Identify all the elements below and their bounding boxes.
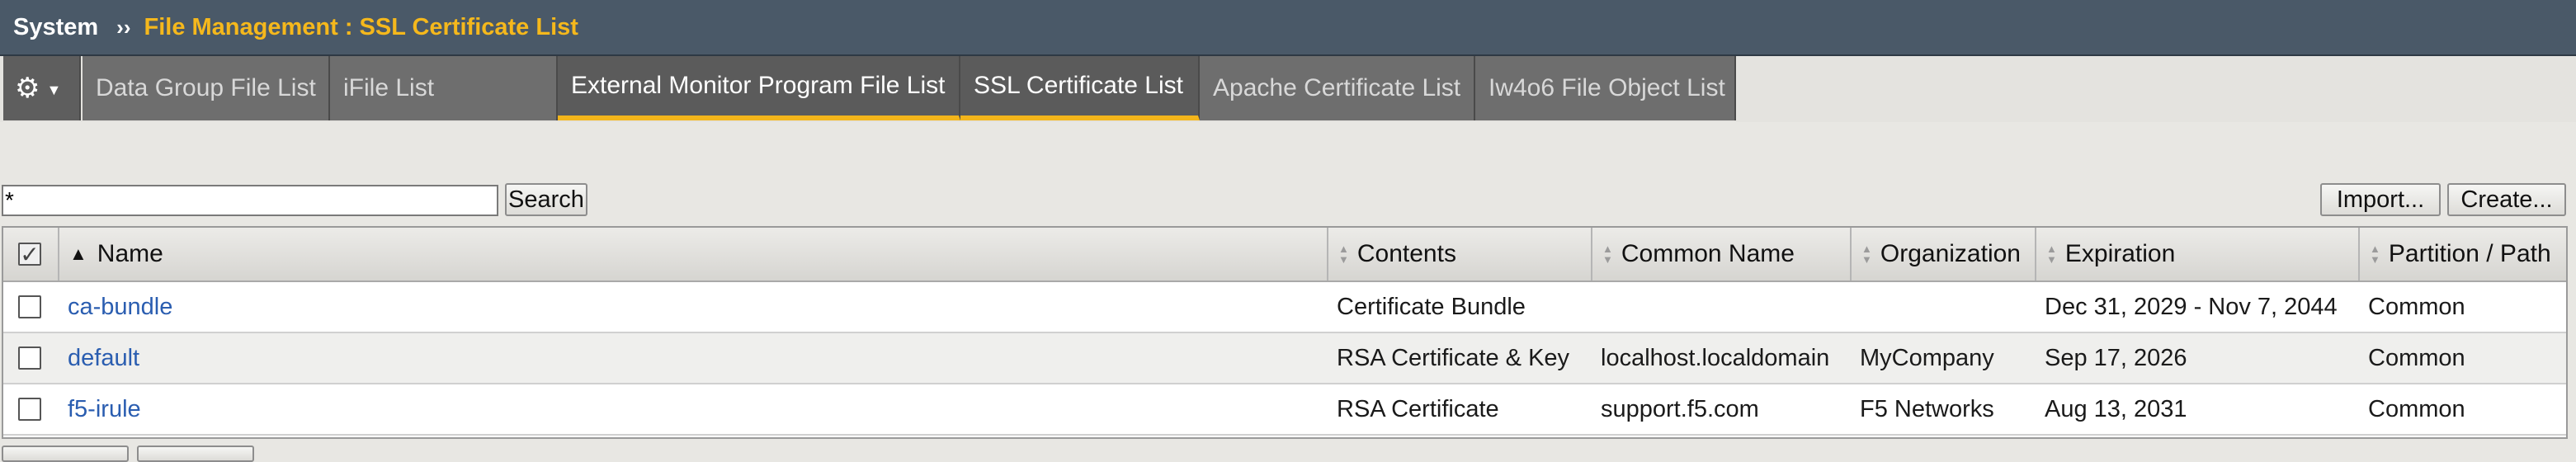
cell-expiration: Sep 17, 2026 — [2045, 344, 2187, 371]
column-header-organization[interactable]: ▲ ▼ Organization — [1850, 228, 2035, 280]
column-header-expiration[interactable]: ▲ ▼ Expiration — [2035, 228, 2358, 280]
sort-icon: ▲ ▼ — [1602, 243, 1613, 266]
cell-partition: Common — [2368, 395, 2465, 422]
cell-contents: Certificate Bundle — [1337, 293, 1526, 320]
table-row: f5-irule RSA Certificate support.f5.com … — [3, 384, 2566, 436]
tab-iw4o6-file-object-list[interactable]: Iw4o6 File Object List — [1475, 56, 1736, 120]
chevron-down-icon: ▼ — [46, 81, 62, 98]
cell-expiration: Dec 31, 2029 - Nov 7, 2044 — [2045, 293, 2338, 320]
cell-organization: MyCompany — [1860, 344, 1994, 371]
certificate-name-link[interactable]: f5-irule — [68, 384, 141, 434]
page-title: File Management : SSL Certificate List — [144, 13, 578, 40]
bottom-action-button[interactable] — [137, 446, 254, 462]
row-checkbox[interactable] — [18, 295, 41, 318]
tab-ssl-certificate-list[interactable]: SSL Certificate List — [960, 56, 1200, 120]
tab-apache-certificate-list[interactable]: Apache Certificate List — [1200, 56, 1475, 120]
cell-common-name: support.f5.com — [1601, 395, 1759, 422]
sort-icon: ▲ ▼ — [2046, 243, 2057, 266]
tab-ifile-list[interactable]: iFile List — [330, 56, 558, 120]
certificate-name-link[interactable]: default — [68, 333, 139, 383]
bottom-action-button[interactable] — [2, 446, 129, 462]
sort-icon: ▲ ▼ — [1861, 243, 1872, 266]
select-all-checkbox[interactable]: ✓ — [18, 242, 41, 267]
column-header-common-name[interactable]: ▲ ▼ Common Name — [1591, 228, 1850, 280]
sort-icon: ▲ ▼ — [1338, 243, 1349, 266]
breadcrumb-separator: ›› — [116, 14, 131, 40]
tab-bar: ⚙ ▼ Data Group File List iFile List Exte… — [0, 56, 2576, 122]
breadcrumb-root[interactable]: System — [13, 14, 98, 41]
table-row: default RSA Certificate & Key localhost.… — [3, 333, 2566, 384]
cell-expiration: Aug 13, 2031 — [2045, 395, 2187, 422]
gear-icon: ⚙ — [15, 73, 40, 104]
column-header-partition-path[interactable]: ▲ ▼ Partition / Path — [2358, 228, 2566, 280]
sort-ascending-icon: ▲ — [69, 243, 87, 264]
cell-organization: F5 Networks — [1860, 395, 1994, 422]
tab-external-monitor-program-file-list[interactable]: External Monitor Program File List — [558, 56, 960, 120]
import-button[interactable]: Import... — [2320, 183, 2441, 216]
search-button[interactable]: Search — [505, 183, 587, 216]
sort-icon: ▲ ▼ — [2370, 243, 2380, 266]
cell-common-name: localhost.localdomain — [1601, 344, 1830, 371]
table-row: ca-bundle Certificate Bundle Dec 31, 202… — [3, 282, 2566, 333]
table-header: ✓ ▲ Name ▲ ▼ Contents ▲ ▼ Common Name ▲ ▼ O… — [3, 228, 2566, 282]
options-menu-button[interactable]: ⚙ ▼ — [3, 56, 81, 120]
create-button[interactable]: Create... — [2447, 183, 2566, 216]
search-input[interactable] — [2, 185, 498, 216]
column-header-contents[interactable]: ▲ ▼ Contents — [1327, 228, 1591, 280]
cell-partition: Common — [2368, 293, 2465, 320]
certificate-table: ✓ ▲ Name ▲ ▼ Contents ▲ ▼ Common Name ▲ ▼ O… — [2, 226, 2568, 439]
certificate-name-link[interactable]: ca-bundle — [68, 282, 172, 332]
tab-data-group-file-list[interactable]: Data Group File List — [83, 56, 330, 120]
column-header-name[interactable]: ▲ Name — [58, 228, 1327, 280]
row-checkbox[interactable] — [18, 346, 41, 370]
cell-contents: RSA Certificate — [1337, 395, 1499, 422]
row-checkbox[interactable] — [18, 398, 41, 421]
cell-contents: RSA Certificate & Key — [1337, 344, 1570, 371]
breadcrumb: System ›› File Management : SSL Certific… — [0, 0, 2576, 56]
cell-partition: Common — [2368, 344, 2465, 371]
